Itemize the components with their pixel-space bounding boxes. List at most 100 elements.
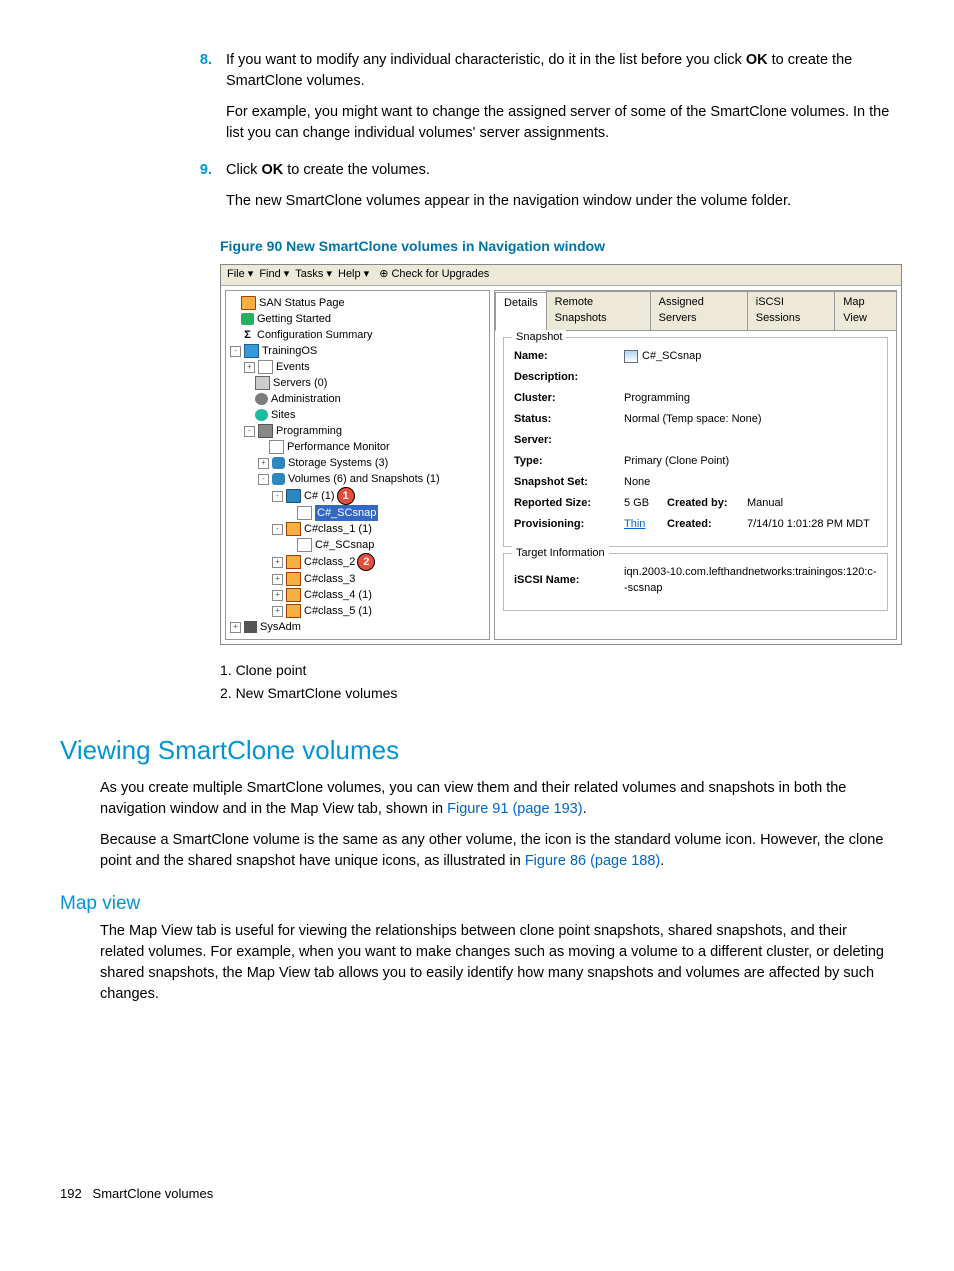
menu-file[interactable]: File ▾: [227, 267, 253, 283]
menu-find[interactable]: Find ▾: [259, 267, 289, 283]
step-8-p1: If you want to modify any individual cha…: [226, 50, 894, 92]
label-server: Server:: [514, 433, 624, 449]
expand-icon[interactable]: -: [272, 524, 283, 535]
snapshot-icon: [297, 538, 312, 552]
expand-icon[interactable]: +: [258, 458, 269, 469]
value-cluster: Programming: [624, 391, 877, 407]
value-type: Primary (Clone Point): [624, 454, 877, 470]
tree-admin[interactable]: Administration: [271, 391, 341, 407]
expand-icon[interactable]: -: [272, 491, 283, 502]
label-snapshot-set: Snapshot Set:: [514, 475, 624, 491]
tree-events[interactable]: Events: [276, 359, 310, 375]
home-icon: [241, 296, 256, 310]
tree-cc1[interactable]: C#class_1 (1): [304, 521, 372, 537]
expand-icon[interactable]: +: [272, 557, 283, 568]
value-reported-size: 5 GB: [624, 496, 667, 512]
xref-figure-91[interactable]: Figure 91 (page 193): [447, 801, 582, 817]
label-name: Name:: [514, 349, 624, 365]
label-created-by: Created by:: [667, 496, 747, 512]
navigation-tree[interactable]: SAN Status Page Getting Started ΣConfigu…: [225, 290, 490, 640]
gear-icon: [255, 393, 268, 405]
label-cluster: Cluster:: [514, 391, 624, 407]
tab-details[interactable]: Details: [495, 292, 547, 331]
figure-90-title: Figure 90 New SmartClone volumes in Navi…: [220, 236, 894, 256]
chart-icon: [269, 440, 284, 454]
value-snapshot-set: None: [624, 475, 877, 491]
target-info-legend: Target Information: [512, 546, 609, 562]
volume-icon: [286, 604, 301, 618]
label-reported-size: Reported Size:: [514, 496, 624, 512]
step-8-number: 8.: [180, 50, 226, 154]
snapshot-fieldset: Snapshot Name:C#_SCsnap Description: Clu…: [503, 337, 888, 546]
page-number: 192: [60, 1186, 82, 1201]
volume-icon: [286, 522, 301, 536]
tab-assigned-servers[interactable]: Assigned Servers: [650, 291, 748, 330]
label-iscsi-name: iSCSI Name:: [514, 573, 624, 589]
expand-icon[interactable]: +: [230, 622, 241, 633]
tree-volumes[interactable]: Volumes (6) and Snapshots (1): [288, 471, 440, 487]
callout-2: 2: [357, 553, 375, 571]
expand-icon[interactable]: +: [272, 590, 283, 601]
expand-icon[interactable]: +: [272, 606, 283, 617]
snapshot-icon: [624, 350, 638, 363]
value-name: C#_SCsnap: [624, 349, 877, 365]
heading-map-view: Map view: [60, 890, 894, 918]
tree-c1[interactable]: C# (1): [304, 488, 335, 504]
text: If you want to modify any individual cha…: [226, 52, 746, 68]
label-status: Status:: [514, 412, 624, 428]
figure-caption-2: 2. New SmartClone volumes: [220, 682, 894, 704]
page-footer: 192 SmartClone volumes: [60, 1185, 894, 1204]
target-info-fieldset: Target Information iSCSI Name:iqn.2003-1…: [503, 553, 888, 611]
expand-icon[interactable]: -: [258, 474, 269, 485]
tree-cc3[interactable]: C#class_3: [304, 571, 355, 587]
value-provisioning-link[interactable]: Thin: [624, 517, 667, 533]
volume-icon: [286, 572, 301, 586]
tree-trainingos[interactable]: TrainingOS: [262, 343, 317, 359]
menu-help[interactable]: Help ▾: [338, 267, 369, 283]
step-9-p2: The new SmartClone volumes appear in the…: [226, 191, 894, 212]
tree-cc2[interactable]: C#class_2: [304, 554, 355, 570]
tree-perfmon[interactable]: Performance Monitor: [287, 439, 390, 455]
servers-icon: [255, 376, 270, 390]
tab-remote-snapshots[interactable]: Remote Snapshots: [546, 291, 651, 330]
tab-map-view[interactable]: Map View: [834, 291, 897, 330]
volume-icon: [286, 489, 301, 503]
tree-sysadm[interactable]: SysAdm: [260, 619, 301, 635]
value-status: Normal (Temp space: None): [624, 412, 877, 428]
expand-icon[interactable]: -: [244, 426, 255, 437]
menu-check-upgrades[interactable]: ⊕ Check for Upgrades: [379, 267, 489, 283]
tree-cc5[interactable]: C#class_5 (1): [304, 603, 372, 619]
label-type: Type:: [514, 454, 624, 470]
tree-programming[interactable]: Programming: [276, 423, 342, 439]
label-description: Description:: [514, 370, 624, 386]
text: to create the volumes.: [283, 162, 430, 178]
ok-bold: OK: [746, 52, 768, 68]
xref-figure-86[interactable]: Figure 86 (page 188): [525, 853, 660, 869]
step-9-number: 9.: [180, 160, 226, 222]
expand-icon[interactable]: +: [244, 362, 255, 373]
tree-storage[interactable]: Storage Systems (3): [288, 455, 388, 471]
snapshot-icon: [297, 506, 312, 520]
tree-servers[interactable]: Servers (0): [273, 375, 327, 391]
footer-chapter-title: SmartClone volumes: [93, 1186, 214, 1201]
tree-sites[interactable]: Sites: [271, 407, 295, 423]
globe-icon: [255, 409, 268, 421]
value-iscsi-name: iqn.2003-10.com.lefthandnetworks:trainin…: [624, 565, 877, 597]
expand-icon[interactable]: +: [272, 574, 283, 585]
tree-cc4[interactable]: C#class_4 (1): [304, 587, 372, 603]
menu-tasks[interactable]: Tasks ▾: [295, 267, 332, 283]
value-created-by: Manual: [747, 496, 877, 512]
tree-getting-started[interactable]: Getting Started: [257, 311, 331, 327]
tree-san-status[interactable]: SAN Status Page: [259, 295, 345, 311]
expand-icon[interactable]: -: [230, 346, 241, 357]
tree-c1snap[interactable]: C#_SCsnap: [315, 505, 378, 521]
arrow-icon: [241, 313, 254, 325]
heading-viewing-smartclone: Viewing SmartClone volumes: [60, 732, 894, 770]
tree-cc1snap[interactable]: C#_SCsnap: [315, 537, 374, 553]
tree-config-summary[interactable]: Configuration Summary: [257, 327, 373, 343]
section1-p1: As you create multiple SmartClone volume…: [100, 778, 894, 820]
value-created: 7/14/10 1:01:28 PM MDT: [747, 517, 877, 533]
storage-icon: [272, 457, 285, 469]
volumes-icon: [272, 473, 285, 485]
tab-iscsi-sessions[interactable]: iSCSI Sessions: [747, 291, 835, 330]
